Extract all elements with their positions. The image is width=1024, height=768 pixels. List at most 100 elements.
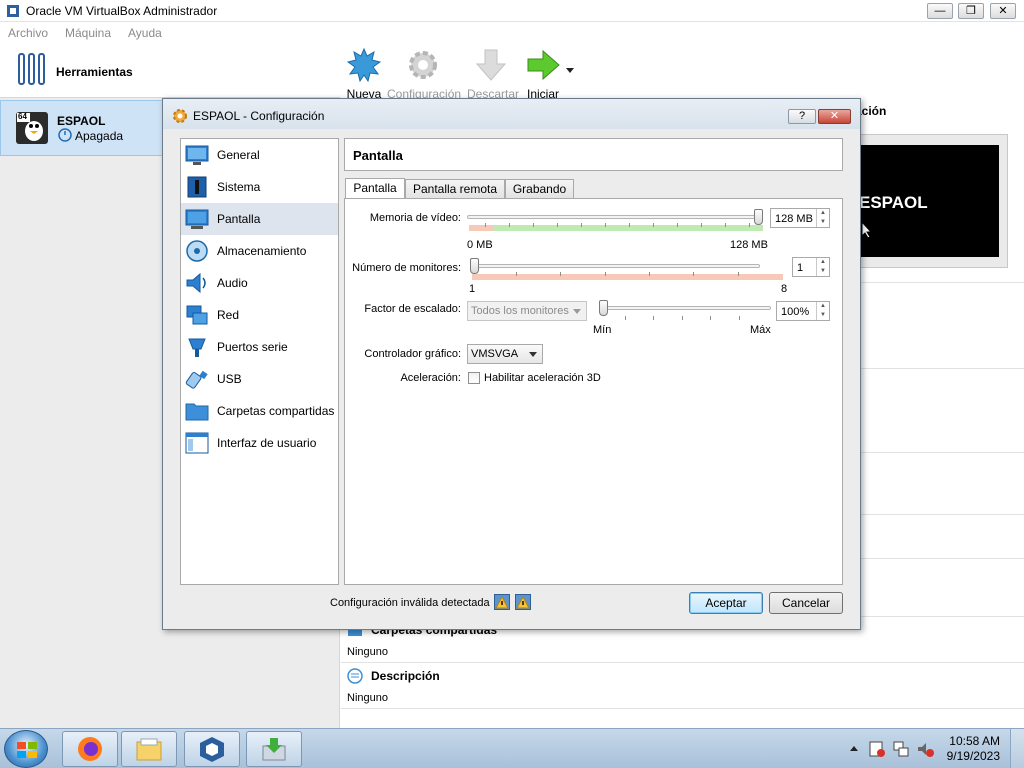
tools-icon xyxy=(18,53,45,85)
settings-category-list: General Sistema Pantalla Almacenamiento … xyxy=(180,138,339,585)
scaling-factor-label: Factor de escalado: xyxy=(364,303,461,315)
volume-muted-icon[interactable] xyxy=(916,740,934,758)
settings-dialog: ESPAOL - Configuración ? ✕ General Siste… xyxy=(162,98,861,630)
ok-button[interactable]: Aceptar xyxy=(689,592,763,614)
enable-3d-acceleration-checkbox[interactable] xyxy=(468,372,480,384)
start-menu-button[interactable] xyxy=(4,730,48,768)
menu-archivo[interactable]: Archivo xyxy=(8,26,48,40)
help-button[interactable]: ? xyxy=(788,109,816,124)
scaling-spinbox[interactable]: 100% ▲ ▼ xyxy=(776,301,830,321)
category-usb[interactable]: USB xyxy=(181,363,338,395)
windows-logo-icon xyxy=(17,742,37,758)
maximize-button[interactable]: ❐ xyxy=(958,3,984,19)
page-title: Pantalla xyxy=(353,148,403,163)
scaling-slider-thumb[interactable] xyxy=(599,300,608,316)
video-memory-max-label: 128 MB xyxy=(730,239,768,251)
description-heading: Descripción xyxy=(371,669,440,683)
spin-arrows-icon[interactable]: ▲ ▼ xyxy=(816,258,829,276)
graphics-controller-label: Controlador gráfico: xyxy=(364,348,461,360)
dialog-titlebar: ESPAOL - Configuración ? ✕ xyxy=(163,99,860,129)
audio-icon xyxy=(186,272,206,294)
video-memory-slider[interactable] xyxy=(467,215,763,219)
storage-icon xyxy=(186,240,208,262)
scaling-monitor-combo[interactable]: Todos los monitores xyxy=(467,301,587,321)
cancel-button[interactable]: Cancelar xyxy=(769,592,843,614)
taskbar-explorer[interactable] xyxy=(121,731,177,767)
new-button[interactable]: Nueva xyxy=(345,47,383,101)
tab-pantalla[interactable]: Pantalla xyxy=(345,178,405,199)
spin-arrows-icon[interactable]: ▲ ▼ xyxy=(816,209,829,227)
menu-maquina[interactable]: Máquina xyxy=(65,26,111,40)
show-desktop-button[interactable] xyxy=(1010,729,1024,768)
monitor-count-min-label: 1 xyxy=(469,283,476,295)
warning-icon[interactable] xyxy=(515,594,531,610)
settings-gear-icon xyxy=(173,109,187,123)
new-vm-icon xyxy=(346,47,382,83)
invalid-settings-message: Configuración inválida detectada xyxy=(330,597,490,609)
tab-grabando[interactable]: Grabando xyxy=(505,179,574,199)
description-value: Ninguno xyxy=(347,692,388,704)
tab-pantalla-remota[interactable]: Pantalla remota xyxy=(405,179,505,199)
warning-icon[interactable] xyxy=(494,594,510,610)
acceleration-label: Aceleración: xyxy=(400,372,461,384)
scaling-slider[interactable] xyxy=(599,306,771,310)
dialog-close-button[interactable]: ✕ xyxy=(818,109,851,124)
menu-bar: Archivo Máquina Ayuda xyxy=(0,22,1024,42)
menu-ayuda[interactable]: Ayuda xyxy=(128,26,162,40)
start-button[interactable]: Iniciar xyxy=(525,48,561,101)
category-general[interactable]: General xyxy=(181,139,338,171)
serial-ports-icon xyxy=(188,338,206,357)
discard-button[interactable]: Descartar xyxy=(467,48,519,101)
clock[interactable]: 10:58 AM 9/19/2023 xyxy=(947,734,1000,764)
scaling-min-label: Mín xyxy=(593,324,612,336)
taskbar-installer[interactable] xyxy=(246,731,302,767)
video-memory-min-label: 0 MB xyxy=(467,239,493,251)
shared-folders-value: Ninguno xyxy=(347,646,388,658)
minimize-button[interactable]: — xyxy=(927,3,953,19)
power-off-icon xyxy=(58,128,72,142)
combo-arrow-icon xyxy=(529,352,537,357)
network-icon[interactable] xyxy=(892,740,910,758)
monitor-count-slider-thumb[interactable] xyxy=(470,258,479,274)
virtualbox-icon xyxy=(7,5,19,17)
network-icon xyxy=(186,305,208,325)
category-pantalla[interactable]: Pantalla xyxy=(181,203,338,235)
graphics-controller-combo[interactable]: VMSVGA xyxy=(467,344,543,364)
monitor-count-spinbox[interactable]: 1 ▲ ▼ xyxy=(792,257,830,277)
category-sistema[interactable]: Sistema xyxy=(181,171,338,203)
general-icon xyxy=(185,145,209,165)
vm-name: ESPAOL xyxy=(57,114,106,128)
video-memory-spinbox[interactable]: 128 MB ▲ ▼ xyxy=(770,208,830,228)
category-carpetas-compartidas[interactable]: Carpetas compartidas xyxy=(181,395,338,427)
category-puertos-serie[interactable]: Puertos serie xyxy=(181,331,338,363)
category-interfaz-de-usuario[interactable]: Interfaz de usuario xyxy=(181,427,338,459)
spin-arrows-icon[interactable]: ▲ ▼ xyxy=(816,302,829,320)
usb-icon xyxy=(185,370,208,389)
enable-3d-acceleration-label[interactable]: Habilitar aceleración 3D xyxy=(484,372,601,384)
display-tab-page: Memoria de vídeo: 128 MB ▲ ▼ 0 MB 128 MB … xyxy=(344,198,843,585)
category-almacenamiento[interactable]: Almacenamiento xyxy=(181,235,338,267)
start-arrow-icon xyxy=(527,49,560,81)
discard-arrow-icon xyxy=(475,49,507,81)
taskbar-virtualbox[interactable] xyxy=(184,731,240,767)
tray-expand-icon[interactable] xyxy=(850,745,858,751)
scaling-max-label: Máx xyxy=(750,324,771,336)
settings-button[interactable]: Configuración xyxy=(387,48,461,101)
category-audio[interactable]: Audio xyxy=(181,267,338,299)
start-dropdown-chevron-icon[interactable] xyxy=(565,66,575,74)
monitor-count-slider[interactable] xyxy=(470,264,760,268)
folder-icon xyxy=(136,738,162,761)
category-red[interactable]: Red xyxy=(181,299,338,331)
preview-screen: ESPAOL xyxy=(845,145,999,257)
monitor-count-max-label: 8 xyxy=(781,283,788,295)
tools-label: Herramientas xyxy=(56,65,133,79)
video-memory-slider-thumb[interactable] xyxy=(754,209,763,225)
close-window-button[interactable]: ✕ xyxy=(990,3,1016,19)
video-memory-label: Memoria de vídeo: xyxy=(369,212,461,224)
dialog-title: ESPAOL - Configuración xyxy=(193,109,325,123)
tools-item[interactable]: Herramientas xyxy=(0,42,340,98)
action-center-icon[interactable] xyxy=(868,740,886,758)
taskbar-firefox[interactable] xyxy=(62,731,118,767)
main-toolbar: Nueva Configuración Descartar Iniciar xyxy=(341,42,1024,101)
page-title-box: Pantalla xyxy=(344,138,843,171)
